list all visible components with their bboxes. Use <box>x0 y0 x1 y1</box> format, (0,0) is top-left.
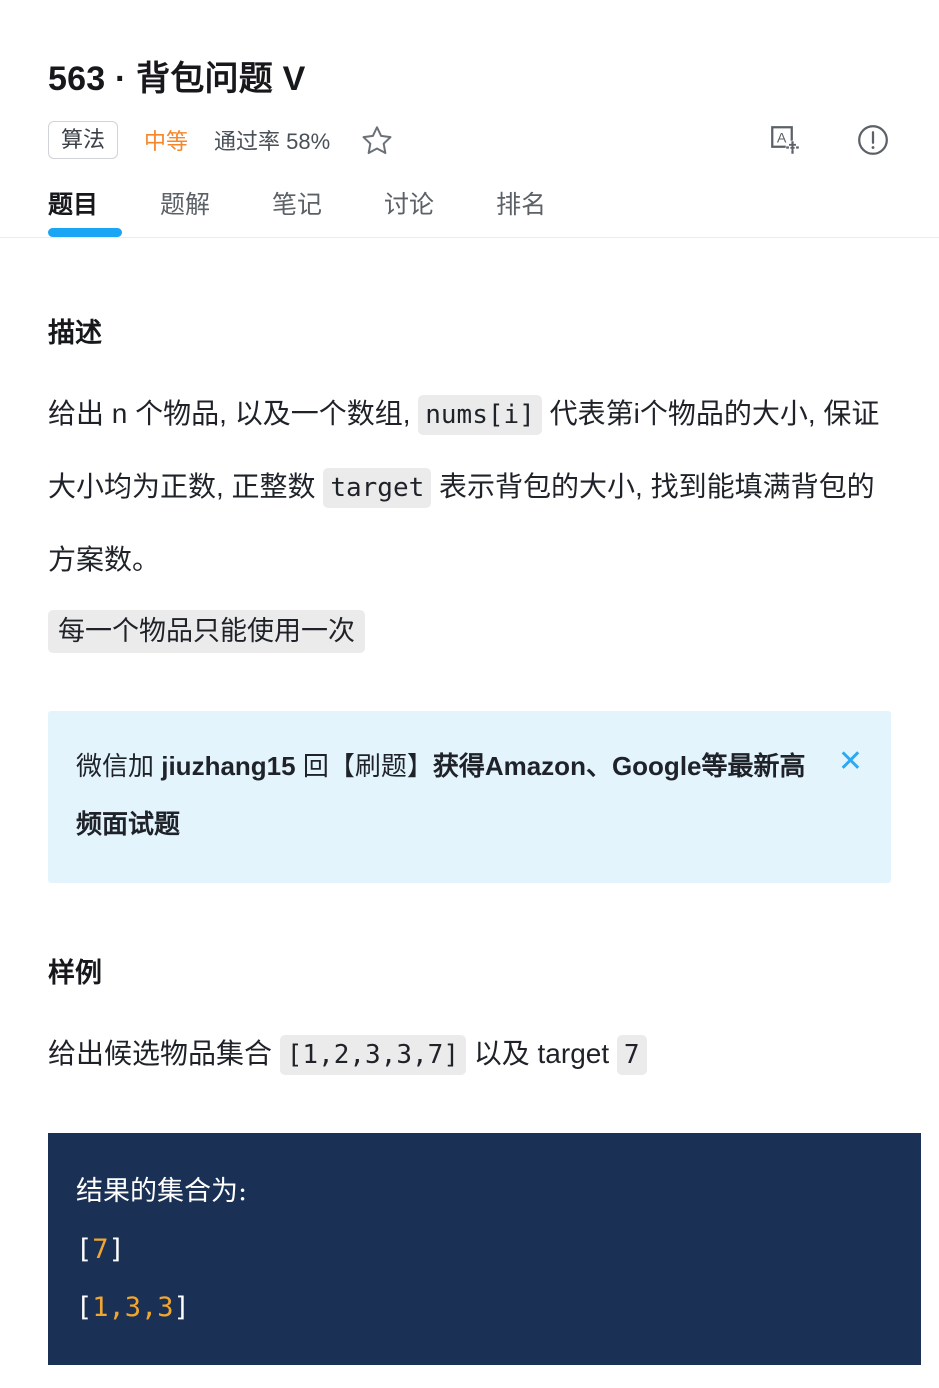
tab-divider <box>0 236 939 238</box>
star-icon[interactable] <box>360 123 394 157</box>
codeblock-title-line: 结果的集合为: <box>76 1175 248 1207</box>
code-target: target <box>323 467 432 508</box>
svg-text:A: A <box>777 130 787 146</box>
close-icon[interactable]: ✕ <box>838 746 863 777</box>
tab-bar: 题目 题解 笔记 讨论 排名 <box>0 185 939 237</box>
problem-header: 563 · 背包问题 V 算法 中等 通过率 58% A <box>0 0 939 159</box>
codeblock-line2-numbers: 7 <box>92 1233 109 1265</box>
sample-text-1: 给出候选物品集合 <box>48 1037 280 1069</box>
code-nums-i: nums[i] <box>418 394 542 435</box>
tab-solutions[interactable]: 题解 <box>160 185 210 237</box>
problem-content: 描述 给出 n 个物品, 以及一个数组, nums[i] 代表第i个物品的大小,… <box>0 311 939 1365</box>
category-tag[interactable]: 算法 <box>48 120 119 159</box>
tab-discussion[interactable]: 讨论 <box>384 185 434 237</box>
codeblock-line2-close: ] <box>108 1233 125 1265</box>
code-candidate-set: [1,2,3,3,7] <box>279 1034 466 1075</box>
promo-text-bold-1: jiuzhang15 <box>161 750 296 781</box>
promo-text: 微信加 jiuzhang15 回【刷题】获得Amazon、Google等最新高频… <box>76 737 820 853</box>
accept-rate-label: 通过率 58% <box>214 128 331 154</box>
tab-problem[interactable]: 题目 <box>48 185 123 237</box>
sample-text-2: 以及 target <box>465 1037 617 1069</box>
code-target-value: 7 <box>616 1034 647 1075</box>
sample-output-codeblock: 结果的集合为: [7] [1,3,3] <box>48 1132 921 1365</box>
promo-banner: 微信加 jiuzhang15 回【刷题】获得Amazon、Google等最新高频… <box>48 710 891 883</box>
codeblock-line3-numbers: 1,3,3 <box>92 1291 174 1323</box>
difficulty-label: 中等 <box>144 128 189 154</box>
page-title: 563 · 背包问题 V <box>48 58 891 101</box>
sample-heading: 样例 <box>48 957 102 988</box>
problem-title-text: 背包问题 V <box>136 60 306 98</box>
sample-paragraph: 给出候选物品集合 [1,2,3,3,7] 以及 target 7 <box>48 1018 891 1091</box>
description-text-1: 给出 n 个物品, 以及一个数组, <box>48 397 419 429</box>
title-separator: · <box>105 60 137 98</box>
codeblock-line2-open: [ <box>76 1233 93 1265</box>
tab-notes[interactable]: 笔记 <box>272 185 322 237</box>
tab-ranking[interactable]: 排名 <box>496 185 546 237</box>
problem-meta-row: 算法 中等 通过率 58% A <box>48 120 891 159</box>
description-paragraph: 给出 n 个物品, 以及一个数组, nums[i] 代表第i个物品的大小, 保证… <box>48 378 891 667</box>
promo-text-light-2: 回【刷题】 <box>295 750 433 781</box>
code-usage-note: 每一个物品只能使用一次 <box>48 609 365 653</box>
codeblock-line3-open: [ <box>76 1291 93 1323</box>
description-heading: 描述 <box>48 317 102 348</box>
header-actions: A <box>767 122 891 158</box>
codeblock-line3-close: ] <box>173 1291 190 1323</box>
promo-text-light-1: 微信加 <box>76 750 162 781</box>
info-circle-icon[interactable] <box>855 122 891 158</box>
translate-icon[interactable]: A <box>767 122 803 158</box>
problem-number: 563 <box>48 60 106 98</box>
title-row: 563 · 背包问题 V <box>48 0 891 101</box>
